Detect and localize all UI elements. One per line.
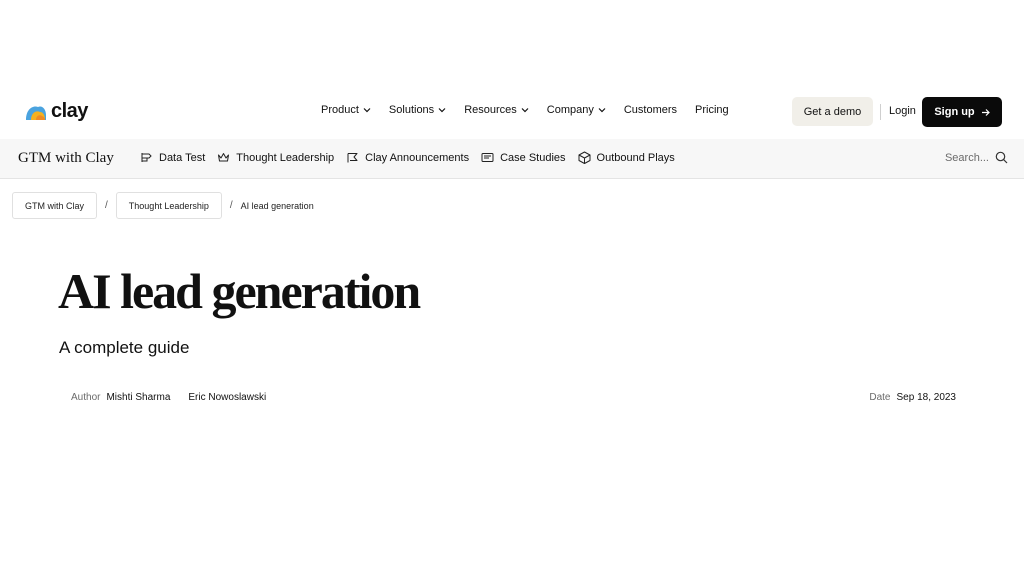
login-link[interactable]: Login (889, 105, 916, 117)
subnav-item-thought-leadership[interactable]: Thought Leadership (217, 151, 334, 164)
case-study-icon (481, 153, 494, 162)
chevron-down-icon (363, 108, 371, 113)
subnav-item-clay-announcements[interactable]: Clay Announcements (346, 151, 469, 164)
nav-item-pricing[interactable]: Pricing (695, 104, 729, 116)
chevron-down-icon (598, 108, 606, 113)
nav-item-label: Solutions (388, 104, 435, 116)
nav-item-resources[interactable]: Resources (464, 104, 529, 116)
article-subtitle: A complete guide (59, 338, 190, 357)
search-placeholder: Search... (944, 151, 989, 164)
blog-subnav: GTM with Clay Data Test Thought Leadersh… (0, 139, 1024, 179)
data-test-icon (141, 153, 152, 162)
megaphone-icon (347, 153, 358, 163)
breadcrumb-item-thought-leadership[interactable]: Thought Leadership (115, 192, 222, 219)
search-input[interactable]: Search... (945, 151, 1008, 164)
nav-item-customers[interactable]: Customers (624, 104, 677, 116)
crown-icon (218, 153, 230, 162)
nav-item-label: Customers (623, 104, 678, 116)
clay-logo-icon (26, 105, 46, 120)
article-title: AI lead generation (58, 263, 421, 319)
author-label: Author (71, 392, 101, 403)
nav-item-label: Company (546, 104, 594, 116)
get-demo-button[interactable]: Get a demo (792, 97, 873, 126)
article-date: Date Sep 18, 2023 (869, 392, 956, 403)
nav-item-label: Product (321, 104, 359, 116)
author-name[interactable]: Eric Nowoslawski (188, 392, 266, 403)
chevron-down-icon (438, 108, 446, 113)
nav-item-company[interactable]: Company (547, 104, 606, 116)
chevron-down-icon (521, 108, 529, 113)
breadcrumb-separator: / (229, 200, 233, 211)
subnav-item-outbound-plays[interactable]: Outbound Plays (578, 151, 675, 164)
author-name[interactable]: Mishti Sharma (106, 392, 170, 403)
main-menu: Product Solutions Resources Company Cust… (321, 104, 729, 116)
breadcrumb-item-gtm[interactable]: GTM with Clay (12, 192, 98, 219)
subnav-item-label: Clay Announcements (365, 151, 470, 164)
subnav-item-label: Data Test (159, 151, 206, 164)
nav-divider (880, 104, 881, 120)
article-authors: Author Mishti Sharma Eric Nowoslawski (71, 392, 266, 403)
date-label: Date (869, 392, 891, 403)
nav-item-label: Pricing (695, 104, 729, 116)
subnav-item-label: Thought Leadership (236, 151, 335, 164)
sign-up-button[interactable]: Sign up (922, 97, 1002, 127)
nav-item-product[interactable]: Product (321, 104, 371, 116)
gtm-brand-link[interactable]: GTM with Clay (18, 150, 114, 167)
subnav-item-label: Outbound Plays (596, 151, 675, 164)
nav-item-solutions[interactable]: Solutions (389, 104, 446, 116)
clay-logo[interactable]: clay (25, 100, 88, 123)
date-value: Sep 18, 2023 (896, 392, 957, 403)
subnav-item-data-test[interactable]: Data Test (140, 151, 205, 164)
search-icon (995, 151, 1008, 164)
breadcrumb-current: AI lead generation (240, 200, 314, 211)
arrow-right-icon (981, 108, 990, 116)
cube-icon (578, 151, 591, 164)
breadcrumb-separator: / (105, 200, 108, 211)
logo-text: clay (51, 100, 88, 122)
subnav-item-case-studies[interactable]: Case Studies (481, 151, 566, 164)
subnav-items: Data Test Thought Leadership Clay Announ… (140, 151, 675, 164)
breadcrumb: GTM with Clay / Thought Leadership / AI … (12, 192, 314, 219)
nav-item-label: Resources (464, 104, 517, 116)
subnav-item-label: Case Studies (500, 151, 566, 164)
sign-up-label: Sign up (934, 106, 975, 118)
top-navigation: clay Product Solutions Resources Company… (0, 90, 1024, 134)
